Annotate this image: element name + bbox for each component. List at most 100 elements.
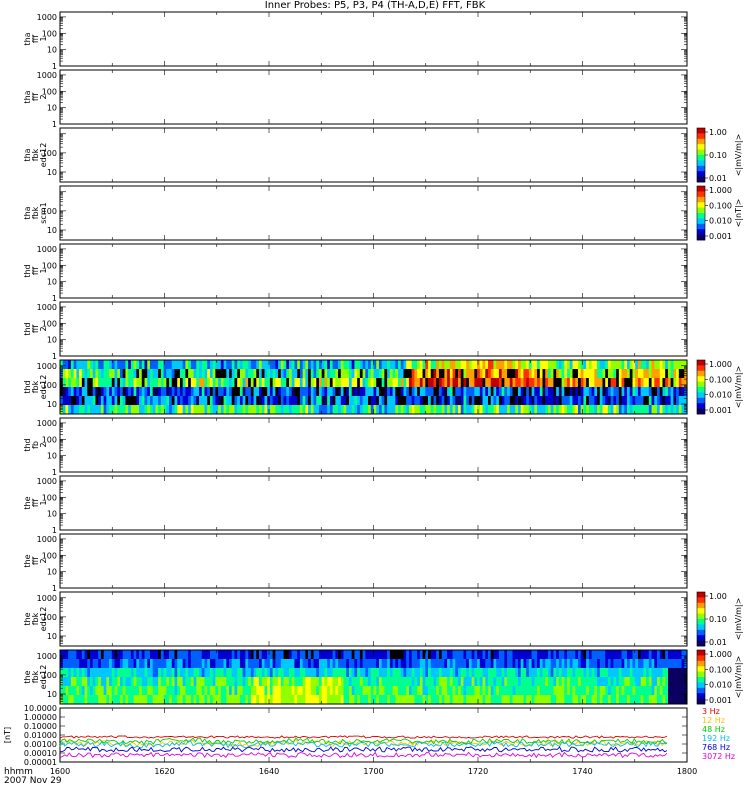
colorbar-cell bbox=[697, 223, 705, 227]
panel-frame bbox=[59, 417, 688, 473]
panel-label: edc12 bbox=[39, 143, 48, 168]
colorbar-cell bbox=[697, 141, 705, 145]
colorbar-cell bbox=[697, 196, 705, 200]
y-tick-label: 0.01000 bbox=[24, 731, 57, 740]
colorbar-cell bbox=[697, 397, 705, 401]
x-tick-label: 1640 bbox=[259, 767, 279, 776]
colorbar-cell bbox=[697, 376, 705, 380]
y-tick-label: 10 bbox=[47, 568, 57, 577]
colorbar-cell bbox=[697, 627, 705, 631]
colorbar-cell bbox=[697, 403, 705, 407]
colorbar-cell bbox=[697, 384, 705, 388]
y-tick-label: 10 bbox=[47, 226, 57, 235]
colorbar-tick-label: 0.001 bbox=[709, 696, 732, 705]
panel-frame bbox=[59, 11, 688, 67]
colorbar-cell bbox=[697, 685, 705, 689]
colorbar-tick-label: 0.10 bbox=[709, 615, 727, 624]
panel-label: edc12 bbox=[39, 375, 48, 400]
colorbar-cell bbox=[697, 204, 705, 208]
colorbar-cell bbox=[697, 602, 705, 606]
colorbar-cell bbox=[697, 160, 705, 164]
colorbar-cell bbox=[697, 138, 705, 142]
y-tick-label: 1 bbox=[52, 468, 57, 477]
panel-label: 1 bbox=[39, 268, 48, 273]
colorbar-cell bbox=[697, 640, 705, 644]
colorbar-cell bbox=[697, 616, 705, 620]
colorbar-cell bbox=[697, 677, 705, 681]
colorbar-cell bbox=[697, 210, 705, 214]
colorbar-cell bbox=[697, 165, 705, 169]
y-tick-label: 10 bbox=[47, 452, 57, 461]
y-tick-label: 0.10000 bbox=[24, 722, 57, 731]
colorbar-tick-label: 0.01 bbox=[709, 638, 727, 647]
colorbar-cell bbox=[697, 610, 705, 614]
colorbar-cell bbox=[697, 194, 705, 198]
panel-label: 2 bbox=[39, 558, 48, 563]
colorbar-cell bbox=[697, 186, 705, 190]
y-tick-label: 10 bbox=[47, 400, 57, 409]
colorbar-cell bbox=[697, 136, 705, 140]
colorbar-cell bbox=[697, 621, 705, 625]
data-gap-region bbox=[668, 668, 687, 704]
colorbar-cell bbox=[697, 635, 705, 639]
y-tick-label: 10 bbox=[47, 510, 57, 519]
colorbar-cell bbox=[697, 652, 705, 656]
colorbar-units: <|mV/m|> bbox=[734, 134, 743, 177]
colorbar-cell bbox=[697, 605, 705, 609]
panel-label: 2 bbox=[39, 442, 48, 447]
figure-title: Inner Probes: P5, P3, P4 (TH-A,D,E) FFT,… bbox=[264, 0, 486, 11]
panel-label: 1 bbox=[39, 500, 48, 505]
colorbar-cell bbox=[697, 146, 705, 150]
y-tick-label: 1000 bbox=[37, 71, 57, 80]
colorbar-tick-label: 0.001 bbox=[709, 232, 732, 241]
colorbar-cell bbox=[697, 381, 705, 385]
colorbar-cell bbox=[697, 682, 705, 686]
colorbar-cell bbox=[697, 213, 705, 217]
colorbar-tick-label: 0.01 bbox=[709, 174, 727, 183]
panel-label: edc12 bbox=[39, 665, 48, 690]
colorbar-cell bbox=[697, 387, 705, 391]
y-tick-label: 1000 bbox=[37, 535, 57, 544]
colorbar-cell bbox=[697, 370, 705, 374]
x-tick-label: 1800 bbox=[677, 767, 697, 776]
colorbar-tick-label: 0.10 bbox=[709, 151, 727, 160]
colorbar-cell bbox=[697, 405, 705, 409]
colorbar-cell bbox=[697, 695, 705, 699]
y-tick-label: 10 bbox=[47, 690, 57, 699]
x-tick-label: 1720 bbox=[468, 767, 488, 776]
colorbar-tick-label: 0.010 bbox=[709, 681, 732, 690]
colorbar-cell bbox=[697, 176, 705, 180]
colorbar-cell bbox=[697, 163, 705, 167]
colorbar-cell bbox=[697, 207, 705, 211]
colorbar-tick-label: 0.001 bbox=[709, 406, 732, 415]
colorbar-tick-label: 0.010 bbox=[709, 391, 732, 400]
y-tick-label: 0.00010 bbox=[24, 749, 57, 758]
colorbar-cell bbox=[697, 130, 705, 134]
x-tick-label: 1700 bbox=[363, 767, 383, 776]
colorbar-cell bbox=[697, 152, 705, 156]
colorbar-cell bbox=[697, 168, 705, 172]
colorbar-tick-label: 1.00 bbox=[709, 592, 727, 601]
colorbar-cell bbox=[697, 231, 705, 235]
y-tick-label: 1000 bbox=[37, 419, 57, 428]
legend-entry: 3 Hz bbox=[702, 707, 720, 716]
legend-entry: 12 Hz bbox=[702, 716, 725, 725]
colorbar-cell bbox=[697, 655, 705, 659]
panel-label: edc12 bbox=[39, 607, 48, 632]
legend-entry: 192 Hz bbox=[702, 734, 730, 743]
colorbar-cell bbox=[697, 234, 705, 238]
colorbar-cell bbox=[697, 613, 705, 617]
colorbar-cell bbox=[697, 660, 705, 664]
colorbar-tick-label: 1.000 bbox=[709, 360, 732, 369]
panel-frame bbox=[59, 185, 688, 241]
y-tick-label: 10 bbox=[47, 278, 57, 287]
colorbar-cell bbox=[697, 687, 705, 691]
y-tick-label: 0.00100 bbox=[24, 740, 57, 749]
y-tick-label: 10 bbox=[47, 632, 57, 641]
colorbar-cell bbox=[697, 199, 705, 203]
colorbar-tick-label: 1.000 bbox=[709, 650, 732, 659]
colorbar-cell bbox=[697, 215, 705, 219]
panel-label: 2 bbox=[39, 94, 48, 99]
colorbar-tick-label: 1.00 bbox=[709, 128, 727, 137]
y-tick-label: 1.00000 bbox=[24, 713, 57, 722]
